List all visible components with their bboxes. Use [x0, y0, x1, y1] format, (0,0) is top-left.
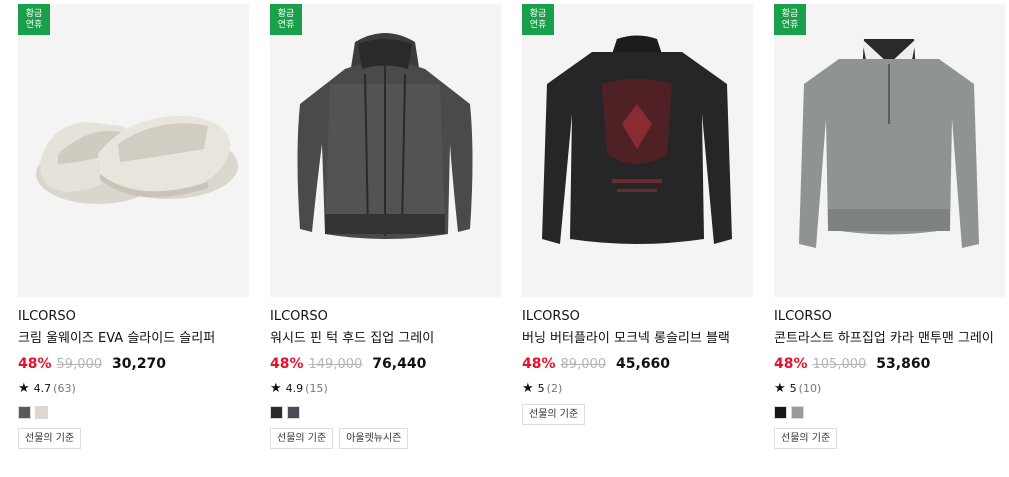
brand-name[interactable]: ILCORSO — [774, 309, 1005, 325]
review-count: (2) — [546, 382, 563, 395]
product-title[interactable]: 워시드 핀 턱 후드 집업 그레이 — [270, 330, 501, 348]
product-card[interactable]: 황금 연휴 ILCORSO 콘트라스트 하프집업 카라 맨투맨 그레이 48% … — [774, 4, 1005, 449]
color-swatches — [18, 406, 249, 419]
price-row: 48% 149,000 76,440 — [270, 356, 501, 372]
color-swatch[interactable] — [18, 406, 31, 419]
tag-chip[interactable]: 선물의 기준 — [774, 428, 838, 449]
tag-chip[interactable]: 선물의 기준 — [18, 428, 82, 449]
badge-line-2: 연휴 — [25, 19, 43, 30]
sale-price: 45,660 — [616, 356, 671, 372]
color-swatches — [774, 406, 1005, 419]
tag-chip[interactable]: 아울렛뉴시즌 — [339, 428, 409, 449]
brand-name[interactable]: ILCORSO — [18, 309, 249, 325]
rating-value: 4.9 — [285, 382, 304, 395]
discount-rate: 48% — [774, 356, 808, 372]
brand-name[interactable]: ILCORSO — [270, 309, 501, 325]
star-icon: ★ — [18, 381, 30, 396]
color-swatch[interactable] — [270, 406, 283, 419]
color-swatch[interactable] — [287, 406, 300, 419]
discount-rate: 48% — [522, 356, 556, 372]
tag-chip[interactable]: 선물의 기준 — [522, 404, 586, 425]
promo-badge: 황금 연휴 — [18, 4, 50, 35]
sale-price: 30,270 — [112, 356, 167, 372]
sweatshirt-image — [799, 39, 979, 248]
badge-line-1: 황금 — [529, 8, 547, 19]
price-row: 48% 105,000 53,860 — [774, 356, 1005, 372]
color-swatch[interactable] — [791, 406, 804, 419]
rating-value: 5 — [789, 382, 797, 395]
product-image-sweatshirt[interactable]: 황금 연휴 — [774, 4, 1005, 297]
review-count: (10) — [798, 382, 822, 395]
badge-line-1: 황금 — [25, 8, 43, 19]
original-price: 105,000 — [812, 357, 867, 372]
original-price: 149,000 — [308, 357, 363, 372]
product-image-slipper[interactable]: 황금 연휴 — [18, 4, 249, 297]
discount-rate: 48% — [18, 356, 52, 372]
slipper-image — [36, 115, 238, 204]
badge-line-2: 연휴 — [781, 19, 799, 30]
rating-value: 5 — [537, 382, 545, 395]
star-icon: ★ — [270, 381, 282, 396]
tag-list: 선물의 기준 아울렛뉴시즌 — [270, 428, 501, 449]
original-price: 59,000 — [56, 357, 103, 372]
tag-list: 선물의 기준 — [18, 428, 249, 449]
price-row: 48% 89,000 45,660 — [522, 356, 753, 372]
brand-name[interactable]: ILCORSO — [522, 309, 753, 325]
promo-badge: 황금 연휴 — [270, 4, 302, 35]
color-swatches — [270, 406, 501, 419]
longsleeve-image — [542, 35, 732, 244]
review-count: (63) — [53, 382, 76, 395]
rating-row: ★ 5 (2) — [522, 382, 753, 395]
badge-line-1: 황금 — [277, 8, 295, 19]
color-swatch[interactable] — [35, 406, 48, 419]
discount-rate: 48% — [270, 356, 304, 372]
color-swatch[interactable] — [774, 406, 787, 419]
product-title[interactable]: 버닝 버터플라이 모크넥 롱슬리브 블랙 — [522, 330, 753, 348]
product-card[interactable]: 황금 연휴 ILCORSO 워시드 핀 턱 후드 집업 그레이 48% 149,… — [270, 4, 501, 449]
product-image-longsleeve[interactable]: 황금 연휴 — [522, 4, 753, 297]
product-title[interactable]: 콘트라스트 하프집업 카라 맨투맨 그레이 — [774, 330, 1005, 348]
rating-row: ★ 4.7 (63) — [18, 382, 249, 395]
hoodie-image — [297, 33, 473, 239]
product-card[interactable]: 황금 연휴 ILCORSO 크림 울웨이즈 EVA 슬라이드 슬리퍼 48% 5… — [18, 4, 249, 449]
rating-value: 4.7 — [33, 382, 52, 395]
promo-badge: 황금 연휴 — [774, 4, 806, 35]
rating-row: ★ 5 (10) — [774, 382, 1005, 395]
tag-list: 선물의 기준 — [774, 428, 1005, 449]
review-count: (15) — [305, 382, 328, 395]
original-price: 89,000 — [560, 357, 607, 372]
product-image-hoodie[interactable]: 황금 연휴 — [270, 4, 501, 297]
sale-price: 53,860 — [876, 356, 931, 372]
price-row: 48% 59,000 30,270 — [18, 356, 249, 372]
product-title[interactable]: 크림 울웨이즈 EVA 슬라이드 슬리퍼 — [18, 330, 249, 348]
star-icon: ★ — [522, 381, 534, 396]
badge-line-2: 연휴 — [529, 19, 547, 30]
product-card[interactable]: 황금 연휴 ILCORSO 버닝 버터플라이 모크넥 롱슬리브 블랙 48% 8… — [522, 4, 753, 425]
badge-line-2: 연휴 — [277, 19, 295, 30]
star-icon: ★ — [774, 381, 786, 396]
rating-row: ★ 4.9 (15) — [270, 382, 501, 395]
promo-badge: 황금 연휴 — [522, 4, 554, 35]
sale-price: 76,440 — [372, 356, 427, 372]
tag-chip[interactable]: 선물의 기준 — [270, 428, 334, 449]
badge-line-1: 황금 — [781, 8, 799, 19]
tag-list: 선물의 기준 — [522, 404, 753, 425]
